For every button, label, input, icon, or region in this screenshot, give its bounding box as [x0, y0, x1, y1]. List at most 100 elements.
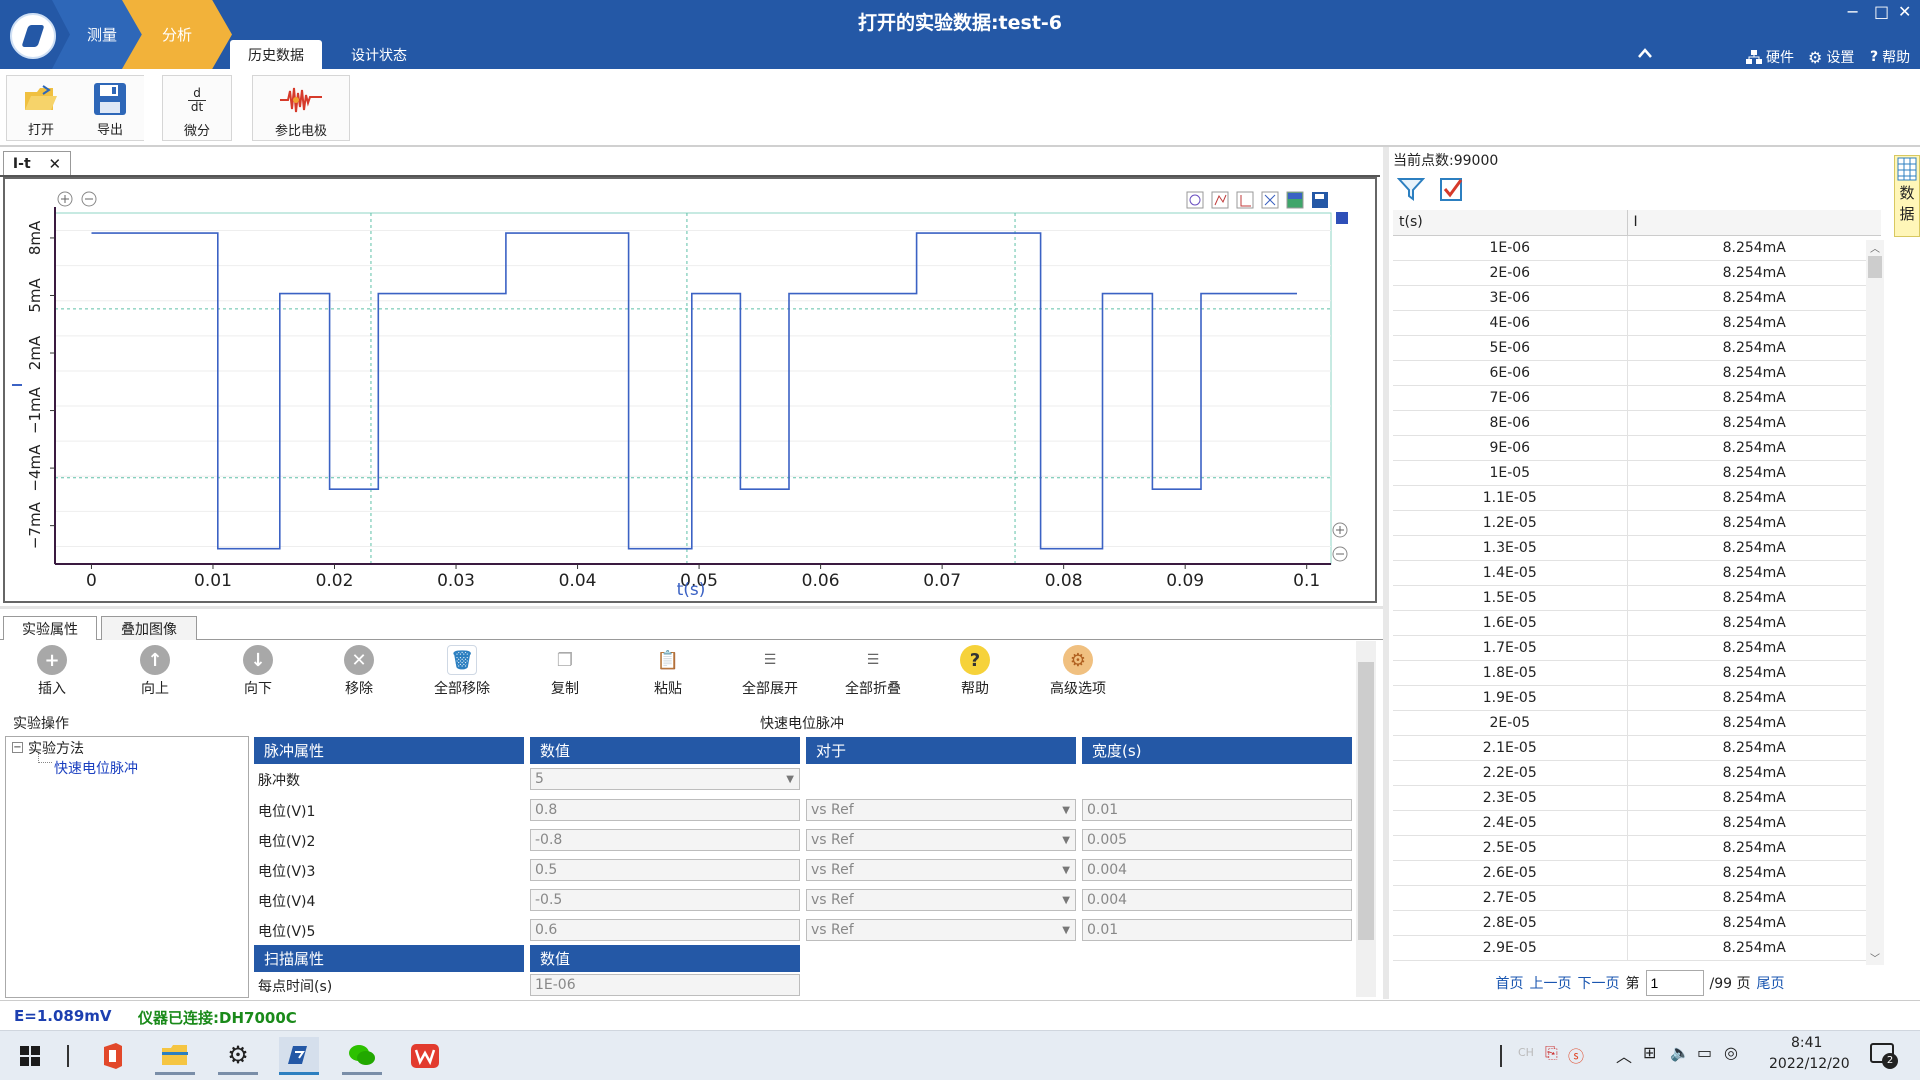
pulse-width-field[interactable]: 0.01 — [1082, 919, 1352, 941]
table-row[interactable]: 2.4E-05 8.254mA — [1393, 810, 1881, 836]
wps-icon[interactable] — [405, 1037, 445, 1075]
chart-save-icon[interactable] — [1312, 192, 1328, 208]
table-row[interactable]: 3E-06 8.254mA — [1393, 285, 1881, 311]
pdf-tray-icon[interactable]: ⎘ — [1545, 1043, 1558, 1063]
collapse-ribbon-icon[interactable] — [1637, 47, 1653, 59]
chart-tool-xy-icon[interactable] — [1211, 191, 1229, 209]
table-row[interactable]: 4E-06 8.254mA — [1393, 310, 1881, 336]
pulse-width-field[interactable]: 0.01 — [1082, 799, 1352, 821]
tab-history-data[interactable]: 历史数据 — [230, 40, 322, 69]
help-button[interactable]: ? 帮助 — [1870, 47, 1910, 67]
panel-splitter[interactable] — [1383, 147, 1389, 999]
tab-overlay-image[interactable]: 叠加图像 — [101, 616, 197, 640]
table-row[interactable]: 1.4E-05 8.254mA — [1393, 560, 1881, 586]
pulse-potential-field[interactable]: -0.8 — [530, 829, 800, 851]
chart-tool-target-icon[interactable] — [1186, 191, 1204, 209]
pager-page-input[interactable] — [1645, 970, 1704, 996]
maximize-button[interactable]: □ — [1874, 2, 1889, 21]
cell-current[interactable]: 8.254mA — [1627, 435, 1881, 461]
table-row[interactable]: 2E-05 8.254mA — [1393, 710, 1881, 736]
notification-icon[interactable]: 2 — [1870, 1043, 1898, 1069]
table-row[interactable]: 1.3E-05 8.254mA — [1393, 535, 1881, 561]
cell-current[interactable]: 8.254mA — [1627, 885, 1881, 911]
chart-tool-x-icon[interactable] — [1261, 191, 1279, 209]
cell-current[interactable]: 8.254mA — [1627, 760, 1881, 786]
cell-time[interactable]: 1.5E-05 — [1393, 585, 1628, 611]
table-row[interactable]: 2.6E-05 8.254mA — [1393, 860, 1881, 886]
cell-current[interactable]: 8.254mA — [1627, 860, 1881, 886]
close-button[interactable]: ✕ — [1898, 2, 1911, 21]
table-row[interactable]: 2.2E-05 8.254mA — [1393, 760, 1881, 786]
table-row[interactable]: 9E-06 8.254mA — [1393, 435, 1881, 461]
table-row[interactable]: 6E-06 8.254mA — [1393, 360, 1881, 386]
pulse-potential-field[interactable]: 0.5 — [530, 859, 800, 881]
clock-date[interactable]: 2022/12/20 — [1769, 1056, 1850, 1072]
tray-expand-icon[interactable]: ︿ — [1616, 1043, 1632, 1067]
table-row[interactable]: 1E-06 8.254mA — [1393, 235, 1881, 261]
table-row[interactable]: 2.7E-05 8.254mA — [1393, 885, 1881, 911]
cell-current[interactable]: 8.254mA — [1627, 410, 1881, 436]
cell-current[interactable]: 8.254mA — [1627, 235, 1881, 261]
table-row[interactable]: 2E-06 8.254mA — [1393, 260, 1881, 286]
table-row[interactable]: 1.7E-05 8.254mA — [1393, 635, 1881, 661]
cell-time[interactable]: 1.7E-05 — [1393, 635, 1628, 661]
table-row[interactable]: 1.8E-05 8.254mA — [1393, 660, 1881, 686]
it-chart[interactable]: 0 0.01 0.02 0.03 0.04 0.05 0.06 0.07 0.08 0.09 0.1… — [5, 179, 1375, 601]
cell-current[interactable]: 8.254mA — [1627, 660, 1881, 686]
cell-current[interactable]: 8.254mA — [1627, 385, 1881, 411]
cell-current[interactable]: 8.254mA — [1627, 935, 1881, 961]
pager-prev[interactable]: 上一页 — [1530, 973, 1572, 993]
chart-tool-y-icon[interactable] — [1236, 191, 1254, 209]
table-scroll-thumb[interactable] — [1868, 256, 1882, 278]
table-row[interactable]: 2.8E-05 8.254mA — [1393, 910, 1881, 936]
cell-current[interactable]: 8.254mA — [1627, 910, 1881, 936]
cell-time[interactable]: 9E-06 — [1393, 435, 1628, 461]
zoom-out-y-icon[interactable] — [1332, 546, 1348, 562]
table-row[interactable]: 8E-06 8.254mA — [1393, 410, 1881, 436]
cell-time[interactable]: 1.4E-05 — [1393, 560, 1628, 586]
network-icon[interactable]: ⊞ — [1643, 1043, 1656, 1062]
cell-time[interactable]: 1.3E-05 — [1393, 535, 1628, 561]
cell-time[interactable]: 2.6E-05 — [1393, 860, 1628, 886]
cell-current[interactable]: 8.254mA — [1627, 635, 1881, 661]
time-per-point-field[interactable]: 1E-06 — [530, 974, 800, 996]
cell-time[interactable]: 1E-05 — [1393, 460, 1628, 486]
pulse-ref-select[interactable]: vs Ref ▼ — [806, 829, 1076, 851]
cell-current[interactable]: 8.254mA — [1627, 710, 1881, 736]
zoom-out-icon[interactable] — [81, 191, 97, 207]
cell-current[interactable]: 8.254mA — [1627, 810, 1881, 836]
cell-time[interactable]: 1.8E-05 — [1393, 660, 1628, 686]
cell-time[interactable]: 1.2E-05 — [1393, 510, 1628, 536]
scroll-up-icon[interactable]: ︿ — [1870, 240, 1880, 255]
cell-time[interactable]: 2E-06 — [1393, 260, 1628, 286]
pager-next[interactable]: 下一页 — [1578, 973, 1620, 993]
export-button[interactable]: 导出 — [76, 75, 144, 141]
cell-current[interactable]: 8.254mA — [1627, 560, 1881, 586]
table-row[interactable]: 1.2E-05 8.254mA — [1393, 510, 1881, 536]
cell-current[interactable]: 8.254mA — [1627, 335, 1881, 361]
tab-design-state[interactable]: 设计状态 — [334, 40, 424, 69]
cell-current[interactable]: 8.254mA — [1627, 510, 1881, 536]
col-header-t[interactable]: t(s) — [1393, 210, 1628, 236]
cell-time[interactable]: 6E-06 — [1393, 360, 1628, 386]
doc-tab-it[interactable]: I-t ✕ — [3, 151, 71, 175]
clock-time[interactable]: 8:41 — [1791, 1035, 1822, 1051]
expand-all-button[interactable]: ☰ 全部展开 — [725, 645, 815, 698]
table-row[interactable]: 1.9E-05 8.254mA — [1393, 685, 1881, 711]
paste-button[interactable]: 📋 粘贴 — [623, 645, 713, 698]
table-row[interactable]: 7E-06 8.254mA — [1393, 385, 1881, 411]
windows-start-icon[interactable] — [10, 1037, 50, 1075]
office-icon[interactable] — [92, 1037, 132, 1075]
lower-scroll-thumb[interactable] — [1358, 662, 1374, 940]
cell-current[interactable]: 8.254mA — [1627, 460, 1881, 486]
cell-time[interactable]: 2.1E-05 — [1393, 735, 1628, 761]
cell-current[interactable]: 8.254mA — [1627, 685, 1881, 711]
data-side-tab[interactable]: 数 据 — [1894, 155, 1920, 237]
cell-time[interactable]: 5E-06 — [1393, 335, 1628, 361]
settings-app-icon[interactable]: ⚙ — [218, 1037, 258, 1075]
cell-time[interactable]: 2E-05 — [1393, 710, 1628, 736]
battery-icon[interactable]: ▭ — [1697, 1043, 1712, 1062]
cell-time[interactable]: 1E-06 — [1393, 235, 1628, 261]
tab-experiment-props[interactable]: 实验属性 — [3, 616, 97, 640]
pulse-potential-field[interactable]: 0.6 — [530, 919, 800, 941]
